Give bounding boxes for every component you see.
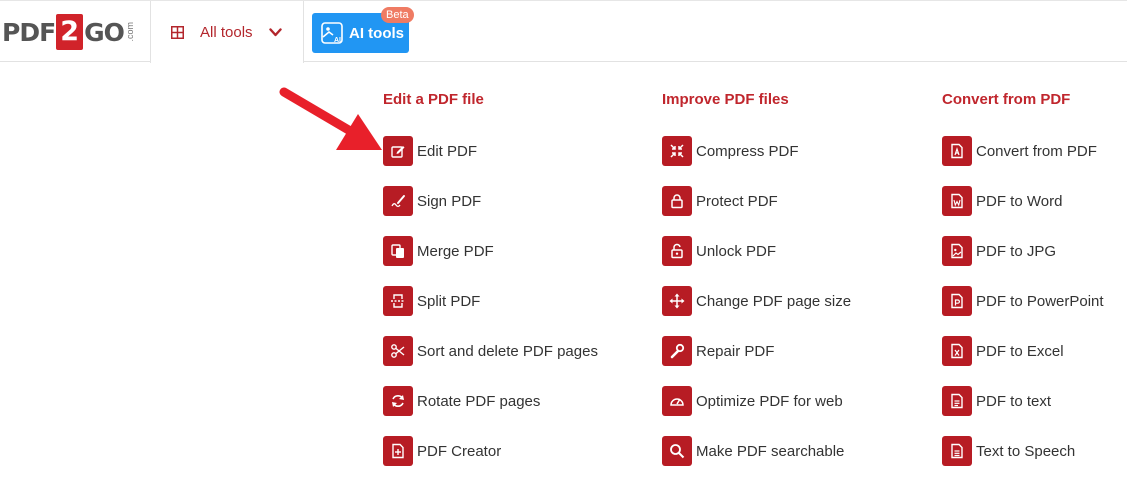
tool-convert-from-pdf[interactable]: Convert from PDF (942, 126, 1104, 176)
edit-icon (383, 136, 413, 166)
lock-icon (662, 186, 692, 216)
column-heading: Convert from PDF (942, 91, 1071, 108)
pdf-file-icon (942, 136, 972, 166)
powerpoint-file-icon (942, 286, 972, 316)
split-icon (383, 286, 413, 316)
sign-icon (383, 186, 413, 216)
move-icon (662, 286, 692, 316)
file-plus-icon (383, 436, 413, 466)
tool-merge-pdf[interactable]: Merge PDF (383, 226, 598, 276)
tool-repair-pdf[interactable]: Repair PDF (662, 326, 851, 376)
tool-pdf-to-jpg[interactable]: PDF to JPG (942, 226, 1104, 276)
tool-unlock-pdf[interactable]: Unlock PDF (662, 226, 851, 276)
tool-change-page-size[interactable]: Change PDF page size (662, 276, 851, 326)
all-tools-label: All tools (200, 23, 253, 41)
speech-file-icon (942, 436, 972, 466)
active-tab-indicator (151, 61, 303, 63)
ai-image-icon: AI (321, 22, 343, 44)
tool-optimize-web[interactable]: Optimize PDF for web (662, 376, 851, 426)
all-tools-button[interactable]: All tools (150, 1, 304, 63)
ai-tools-label: AI tools (349, 24, 404, 42)
tool-pdf-to-word[interactable]: PDF to Word (942, 176, 1104, 226)
tool-make-searchable[interactable]: Make PDF searchable (662, 426, 851, 476)
tool-rotate-pages[interactable]: Rotate PDF pages (383, 376, 598, 426)
svg-text:AI: AI (334, 37, 341, 44)
beta-badge: Beta (381, 7, 414, 23)
tool-text-to-speech[interactable]: Text to Speech (942, 426, 1104, 476)
column-edit-pdf: Edit a PDF file Edit PDF Sign PDF Merge … (383, 91, 598, 476)
tool-sort-delete-pages[interactable]: Sort and delete PDF pages (383, 326, 598, 376)
tool-split-pdf[interactable]: Split PDF (383, 276, 598, 326)
image-file-icon (942, 236, 972, 266)
unlock-icon (662, 236, 692, 266)
rotate-icon (383, 386, 413, 416)
tool-pdf-to-excel[interactable]: PDF to Excel (942, 326, 1104, 376)
tool-compress-pdf[interactable]: Compress PDF (662, 126, 851, 176)
scissors-icon (383, 336, 413, 366)
grid-icon (171, 25, 184, 39)
tool-pdf-to-text[interactable]: PDF to text (942, 376, 1104, 426)
top-navigation: PDF 2 GO .com All tools AI AI tools Beta (0, 0, 1127, 63)
excel-file-icon (942, 336, 972, 366)
tool-sign-pdf[interactable]: Sign PDF (383, 176, 598, 226)
column-improve-pdf: Improve PDF files Compress PDF Protect P… (662, 91, 851, 476)
tool-pdf-creator[interactable]: PDF Creator (383, 426, 598, 476)
gauge-icon (662, 386, 692, 416)
tool-pdf-to-powerpoint[interactable]: PDF to PowerPoint (942, 276, 1104, 326)
chevron-down-icon (268, 27, 282, 36)
tool-protect-pdf[interactable]: Protect PDF (662, 176, 851, 226)
column-heading: Edit a PDF file (383, 91, 484, 108)
wrench-icon (662, 336, 692, 366)
merge-icon (383, 236, 413, 266)
compress-icon (662, 136, 692, 166)
pdf2go-logo[interactable]: PDF 2 GO .com (2, 13, 135, 51)
word-file-icon (942, 186, 972, 216)
search-icon (662, 436, 692, 466)
annotation-arrow-icon (279, 87, 382, 150)
column-convert-from-pdf: Convert from PDF Convert from PDF PDF to… (942, 91, 1104, 476)
column-heading: Improve PDF files (662, 91, 789, 108)
tool-edit-pdf[interactable]: Edit PDF (383, 126, 598, 176)
text-file-icon (942, 386, 972, 416)
